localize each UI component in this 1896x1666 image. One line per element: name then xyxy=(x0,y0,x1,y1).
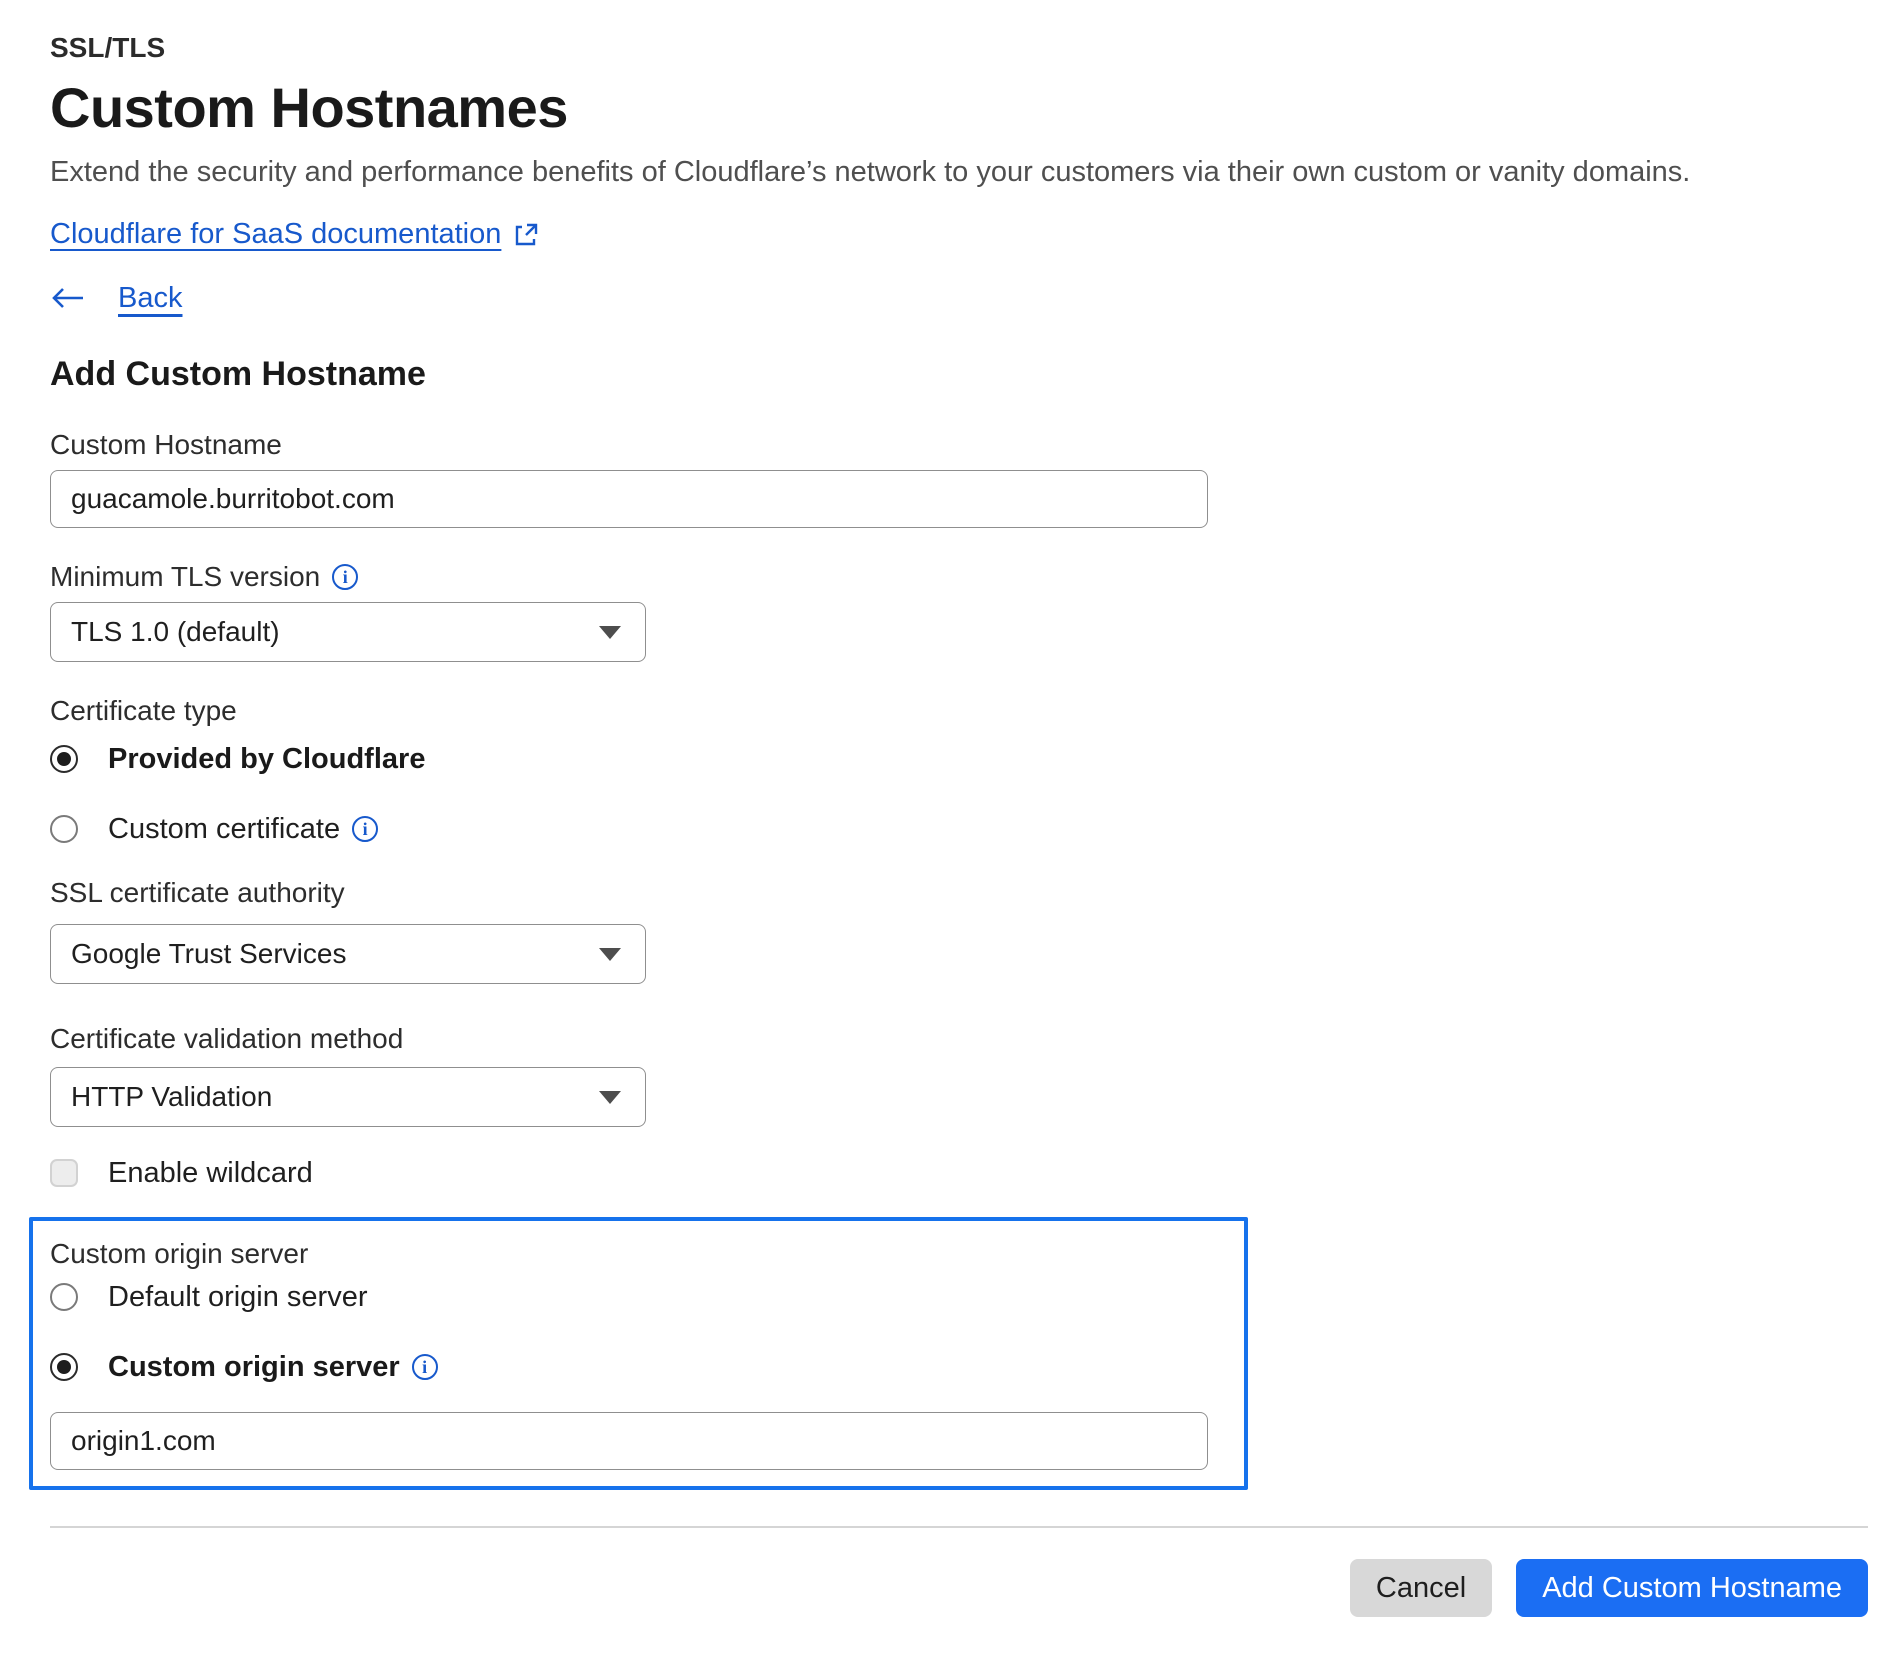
back-link[interactable]: Back xyxy=(118,280,182,316)
ssl-authority-selected-value: Google Trust Services xyxy=(71,938,346,970)
back-row: Back xyxy=(50,280,1868,316)
page-title: Custom Hostnames xyxy=(50,76,1868,140)
ssl-authority-label-text: SSL certificate authority xyxy=(50,876,345,910)
origin-option-default: Default origin server xyxy=(50,1280,1244,1314)
custom-hostname-input[interactable] xyxy=(50,470,1208,528)
certificate-type-option-provided: Provided by Cloudflare xyxy=(50,742,1868,776)
radio-custom-origin-text: Custom origin server xyxy=(108,1350,400,1384)
validation-method-select[interactable]: HTTP Validation xyxy=(50,1067,646,1127)
cancel-button[interactable]: Cancel xyxy=(1350,1559,1492,1617)
chevron-down-icon xyxy=(599,626,621,639)
custom-hostname-label-text: Custom Hostname xyxy=(50,428,282,462)
custom-hostnames-page: SSL/TLS Custom Hostnames Extend the secu… xyxy=(0,30,1896,1617)
back-arrow-icon[interactable] xyxy=(50,285,86,311)
enable-wildcard-label: Enable wildcard xyxy=(108,1156,313,1190)
validation-method-label: Certificate validation method xyxy=(50,1022,1868,1056)
min-tls-label: Minimum TLS version i xyxy=(50,560,1868,594)
form-heading: Add Custom Hostname xyxy=(50,352,1868,396)
validation-method-selected-value: HTTP Validation xyxy=(71,1081,272,1113)
radio-custom-origin-server[interactable] xyxy=(50,1353,78,1381)
page-description: Extend the security and performance bene… xyxy=(50,154,1868,190)
breadcrumb: SSL/TLS xyxy=(50,30,1868,66)
divider xyxy=(50,1526,1868,1528)
radio-provided-by-cloudflare[interactable] xyxy=(50,745,78,773)
min-tls-select[interactable]: TLS 1.0 (default) xyxy=(50,602,646,662)
chevron-down-icon xyxy=(599,948,621,961)
doc-link-label: Cloudflare for SaaS documentation xyxy=(50,216,501,252)
radio-custom-certificate[interactable] xyxy=(50,815,78,843)
saas-documentation-link[interactable]: Cloudflare for SaaS documentation xyxy=(50,216,539,252)
custom-origin-server-section: Custom origin server Default origin serv… xyxy=(29,1217,1248,1490)
radio-default-origin-label: Default origin server xyxy=(108,1280,368,1314)
enable-wildcard-row: Enable wildcard xyxy=(50,1156,1868,1190)
radio-default-origin-server[interactable] xyxy=(50,1283,78,1311)
info-icon[interactable]: i xyxy=(332,564,358,590)
origin-section-label: Custom origin server xyxy=(50,1237,1244,1271)
min-tls-label-text: Minimum TLS version xyxy=(50,560,320,594)
custom-hostname-label: Custom Hostname xyxy=(50,428,1868,462)
form-actions: Cancel Add Custom Hostname xyxy=(50,1559,1868,1617)
radio-provided-label: Provided by Cloudflare xyxy=(108,742,425,776)
certificate-type-label: Certificate type xyxy=(50,694,1868,728)
origin-section-label-text: Custom origin server xyxy=(50,1237,308,1271)
min-tls-selected-value: TLS 1.0 (default) xyxy=(71,616,280,648)
info-icon[interactable]: i xyxy=(412,1354,438,1380)
ssl-authority-select[interactable]: Google Trust Services xyxy=(50,924,646,984)
info-icon[interactable]: i xyxy=(352,816,378,842)
certificate-type-option-custom: Custom certificate i xyxy=(50,812,1868,846)
enable-wildcard-checkbox[interactable] xyxy=(50,1159,78,1187)
chevron-down-icon xyxy=(599,1091,621,1104)
validation-method-label-text: Certificate validation method xyxy=(50,1022,403,1056)
origin-option-custom: Custom origin server i xyxy=(50,1350,1244,1384)
certificate-type-label-text: Certificate type xyxy=(50,694,237,728)
custom-origin-server-input[interactable] xyxy=(50,1412,1208,1470)
ssl-authority-label: SSL certificate authority xyxy=(50,876,1868,910)
radio-custom-certificate-text: Custom certificate xyxy=(108,812,340,846)
radio-custom-origin-label: Custom origin server i xyxy=(108,1350,438,1384)
external-link-icon xyxy=(513,221,539,247)
add-custom-hostname-button[interactable]: Add Custom Hostname xyxy=(1516,1559,1868,1617)
radio-custom-certificate-label: Custom certificate i xyxy=(108,812,378,846)
